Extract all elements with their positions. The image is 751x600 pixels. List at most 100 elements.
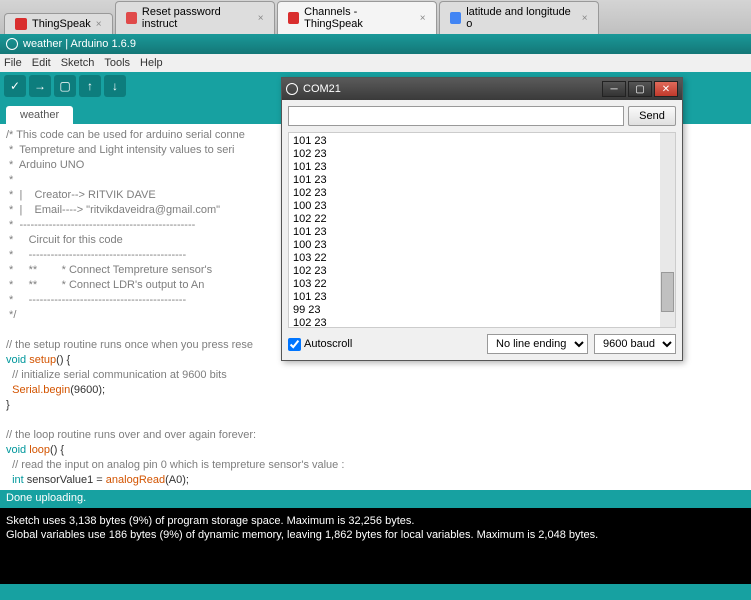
code-token: int	[6, 474, 24, 486]
serial-line: 101 23	[293, 226, 671, 239]
code-line: * --------------------------------------…	[6, 219, 195, 231]
code-token: sensorValue1 =	[24, 474, 106, 486]
serial-line: 102 23	[293, 148, 671, 161]
code-line: * | Creator--> RITVIK DAVE	[6, 189, 156, 201]
serial-line: 102 23	[293, 317, 671, 328]
code-line: *	[6, 174, 19, 186]
code-line: * --------------------------------------…	[6, 249, 186, 261]
favicon-google-icon	[450, 12, 462, 24]
serial-line: 101 23	[293, 174, 671, 187]
code-token: void	[6, 354, 26, 366]
status-text: Done uploading.	[6, 492, 86, 504]
serial-line: 101 23	[293, 135, 671, 148]
serial-line: 103 22	[293, 278, 671, 291]
autoscroll-checkbox-label[interactable]: Autoscroll	[288, 338, 352, 351]
menu-sketch[interactable]: Sketch	[61, 57, 95, 69]
code-line: * ** * Connect LDR's output to An	[6, 279, 204, 291]
close-icon[interactable]: ×	[582, 13, 588, 24]
autoscroll-checkbox[interactable]	[288, 338, 301, 351]
serial-bottom-bar: Autoscroll No line ending 9600 baud	[282, 328, 682, 360]
baud-select[interactable]: 9600 baud	[594, 334, 676, 354]
serial-line: 99 23	[293, 304, 671, 317]
serial-line: 103 22	[293, 252, 671, 265]
code-line: * ** * Connect Tempreture sensor's	[6, 264, 212, 276]
send-button[interactable]: Send	[628, 106, 676, 126]
code-line: /* This code can be used for arduino ser…	[6, 129, 245, 141]
menu-tools[interactable]: Tools	[104, 57, 130, 69]
code-line: * Tempreture and Light intensity values …	[6, 144, 234, 156]
window-title-text: weather | Arduino 1.6.9	[23, 38, 136, 50]
code-token: () {	[50, 444, 64, 456]
open-button[interactable]: ↑	[79, 75, 101, 97]
tab-label: latitude and longitude o	[466, 6, 577, 30]
code-token: void	[6, 444, 26, 456]
serial-output[interactable]: 101 23 102 23 101 23 101 23 102 23 100 2…	[288, 132, 676, 328]
browser-tab-bar: ThingSpeak × Reset password instruct × Cha…	[0, 0, 751, 34]
line-ending-select[interactable]: No line ending	[487, 334, 588, 354]
browser-tab[interactable]: Reset password instruct ×	[115, 1, 275, 34]
menu-file[interactable]: File	[4, 57, 22, 69]
serial-title-bar[interactable]: COM21 ─ ▢ ✕	[282, 78, 682, 100]
arduino-logo-icon	[6, 38, 18, 50]
serial-line: 101 23	[293, 161, 671, 174]
code-line: */	[6, 309, 16, 321]
close-button[interactable]: ✕	[654, 81, 678, 97]
serial-line: 102 23	[293, 187, 671, 200]
code-token: () {	[56, 354, 70, 366]
save-button[interactable]: ↓	[104, 75, 126, 97]
tab-label: Reset password instruct	[142, 6, 253, 30]
scroll-thumb[interactable]	[661, 272, 674, 312]
code-line: // the loop routine runs over and over a…	[6, 429, 256, 441]
code-token: analogRead	[106, 474, 165, 486]
code-line: // read the input on analog pin 0 which …	[6, 459, 344, 471]
favicon-thingspeak-icon	[288, 12, 300, 24]
tab-label: Channels - ThingSpeak	[304, 6, 415, 30]
scrollbar[interactable]	[660, 133, 675, 327]
code-line: * --------------------------------------…	[6, 294, 186, 306]
console-line: Sketch uses 3,138 bytes (9%) of program …	[6, 514, 745, 528]
menu-edit[interactable]: Edit	[32, 57, 51, 69]
code-line: * Arduino UNO	[6, 159, 84, 171]
sketch-tab-weather[interactable]: weather	[6, 106, 73, 124]
close-icon[interactable]: ×	[420, 13, 426, 24]
serial-monitor-window: COM21 ─ ▢ ✕ Send 101 23 102 23 101 23 10…	[281, 77, 683, 361]
serial-line: 102 23	[293, 265, 671, 278]
serial-line: 100 23	[293, 239, 671, 252]
close-icon[interactable]: ×	[258, 13, 264, 24]
serial-line: 101 23	[293, 291, 671, 304]
code-token: .begin	[40, 384, 70, 396]
tab-label: ThingSpeak	[32, 18, 91, 30]
serial-input[interactable]	[288, 106, 624, 126]
code-token: (A0);	[165, 474, 189, 486]
code-token: loop	[26, 444, 50, 456]
serial-line: 100 23	[293, 200, 671, 213]
code-line: // the setup routine runs once when you …	[6, 339, 253, 351]
code-line: // initialize serial communication at 96…	[6, 369, 230, 381]
browser-tab[interactable]: ThingSpeak ×	[4, 13, 113, 34]
close-icon[interactable]: ×	[96, 19, 102, 30]
arduino-logo-icon	[286, 83, 298, 95]
autoscroll-label-text: Autoscroll	[304, 338, 352, 350]
serial-line: 102 22	[293, 213, 671, 226]
minimize-button[interactable]: ─	[602, 81, 626, 97]
favicon-gmail-icon	[126, 12, 137, 24]
upload-button[interactable]: →	[29, 75, 51, 97]
console-output: Sketch uses 3,138 bytes (9%) of program …	[0, 508, 751, 584]
code-token: setup	[26, 354, 56, 366]
new-button[interactable]: ▢	[54, 75, 76, 97]
footer-strip	[0, 584, 751, 600]
console-line: Global variables use 186 bytes (9%) of d…	[6, 528, 745, 542]
serial-title-text: COM21	[303, 83, 341, 95]
arduino-window-title: weather | Arduino 1.6.9	[0, 34, 751, 54]
code-token: (9600);	[70, 384, 105, 396]
code-token: Serial	[6, 384, 40, 396]
favicon-thingspeak-icon	[15, 18, 27, 30]
code-line: // convert the value from tempreture sen…	[6, 489, 308, 490]
browser-tab-active[interactable]: Channels - ThingSpeak ×	[277, 1, 437, 34]
maximize-button[interactable]: ▢	[628, 81, 652, 97]
verify-button[interactable]: ✓	[4, 75, 26, 97]
browser-tab[interactable]: latitude and longitude o ×	[439, 1, 599, 34]
status-bar: Done uploading.	[0, 490, 751, 508]
menu-help[interactable]: Help	[140, 57, 163, 69]
code-line: }	[6, 399, 10, 411]
